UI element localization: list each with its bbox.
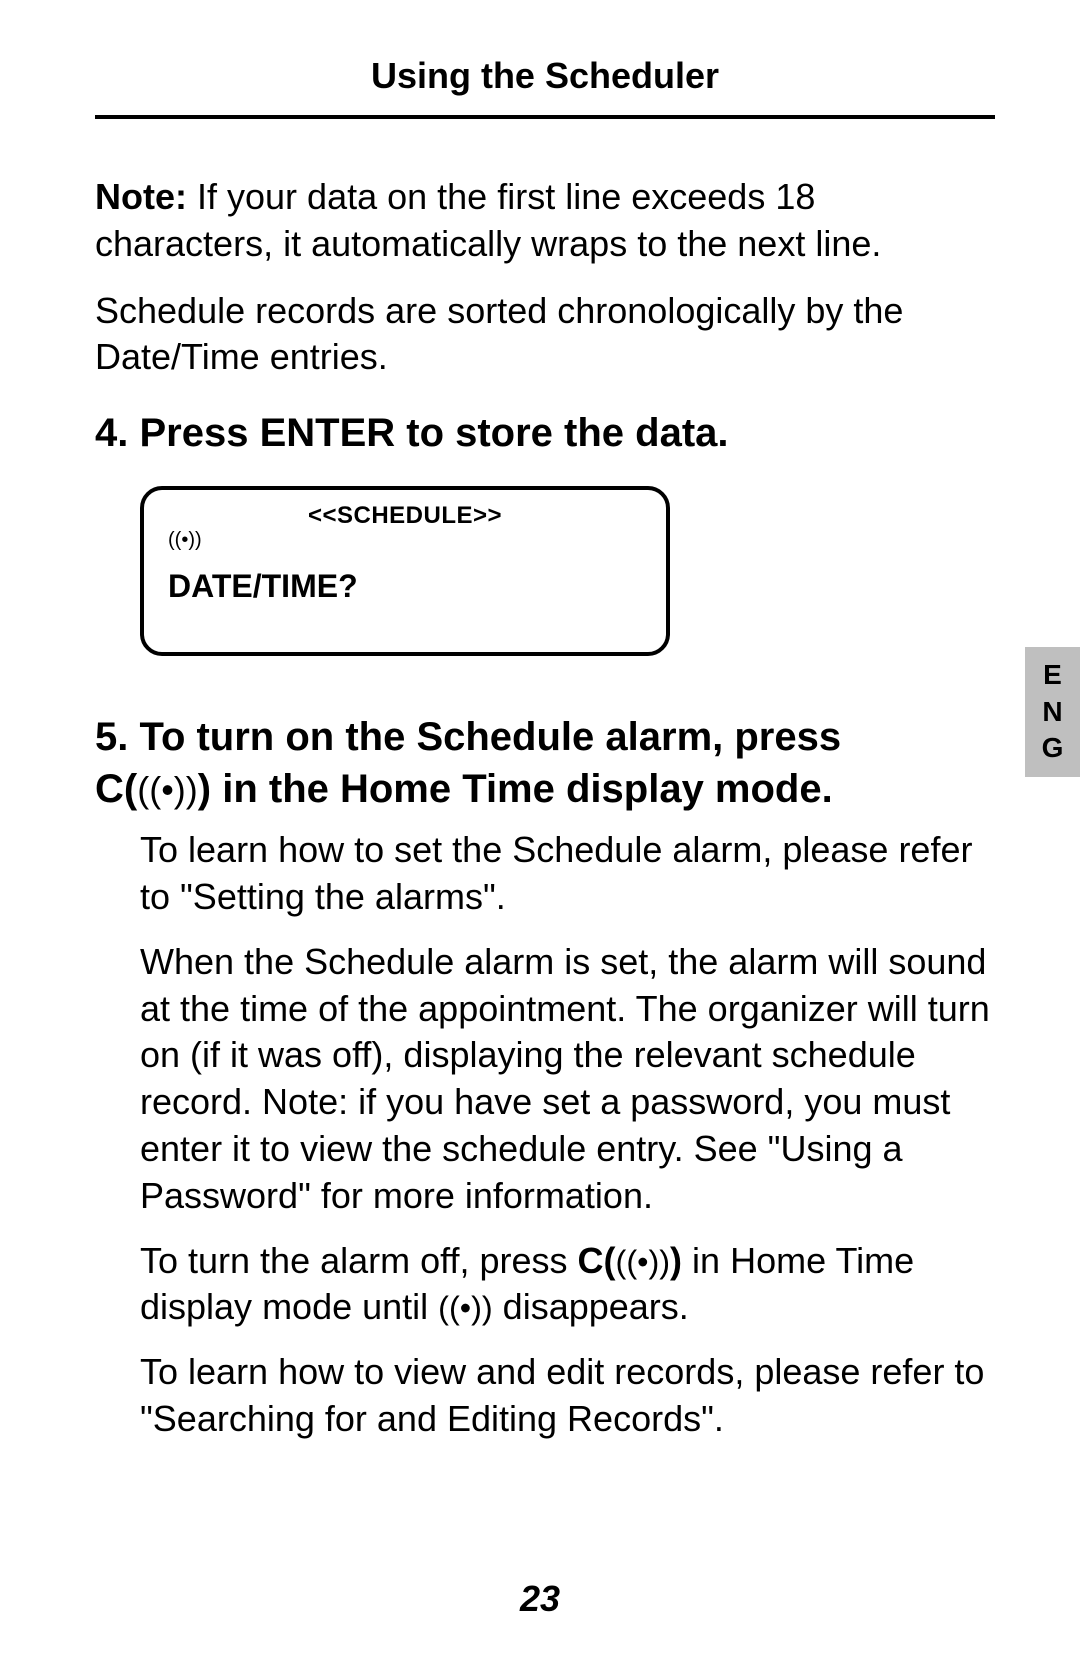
step5-line1: 5. To turn on the Schedule alarm, press <box>95 715 841 759</box>
lcd-screen-illustration: <<SCHEDULE>> ((•)) DATE/TIME? <box>140 486 670 656</box>
alarm-icon: ((•)) <box>438 1290 493 1326</box>
sort-paragraph: Schedule records are sorted chronologica… <box>95 288 995 382</box>
page-title: Using the Scheduler <box>95 55 995 119</box>
alarm-icon: ((•)) <box>137 769 198 810</box>
step5-c-key: C( <box>95 767 137 811</box>
step5-line2-rest: ) in the Home Time display mode. <box>198 767 833 811</box>
off-pre: To turn the alarm off, press <box>140 1240 578 1281</box>
step5-body: To learn how to set the Schedule alarm, … <box>140 827 995 1443</box>
note-label: Note: <box>95 176 187 217</box>
manual-page: Using the Scheduler Note: If your data o… <box>0 0 1080 1660</box>
step-4-heading: 4. Press ENTER to store the data. <box>95 411 995 456</box>
c-key-close: ) <box>670 1240 682 1281</box>
alarm-icon: ((•)) <box>168 530 202 550</box>
when-set-paragraph: When the Schedule alarm is set, the alar… <box>140 939 995 1220</box>
c-key: C( <box>578 1240 616 1281</box>
tab-letter: E <box>1043 657 1062 693</box>
learn-set-paragraph: To learn how to set the Schedule alarm, … <box>140 827 995 921</box>
screen-icon-row: ((•)) <box>162 530 648 554</box>
language-tab-eng: E N G <box>1025 647 1080 777</box>
note-paragraph: Note: If your data on the first line exc… <box>95 174 995 268</box>
tab-letter: G <box>1042 730 1064 766</box>
tab-letter: N <box>1042 694 1062 730</box>
learn-view-paragraph: To learn how to view and edit records, p… <box>140 1349 995 1443</box>
alarm-icon: ((•)) <box>616 1244 671 1280</box>
screen-title: <<SCHEDULE>> <box>162 502 648 530</box>
page-number: 23 <box>0 1578 1080 1620</box>
off-end: disappears. <box>493 1286 689 1327</box>
screen-prompt: DATE/TIME? <box>168 568 648 605</box>
note-text: If your data on the first line exceeds 1… <box>95 176 881 264</box>
step-5-heading: 5. To turn on the Schedule alarm, press … <box>95 711 995 815</box>
turn-off-paragraph: To turn the alarm off, press C(((•))) in… <box>140 1238 995 1332</box>
